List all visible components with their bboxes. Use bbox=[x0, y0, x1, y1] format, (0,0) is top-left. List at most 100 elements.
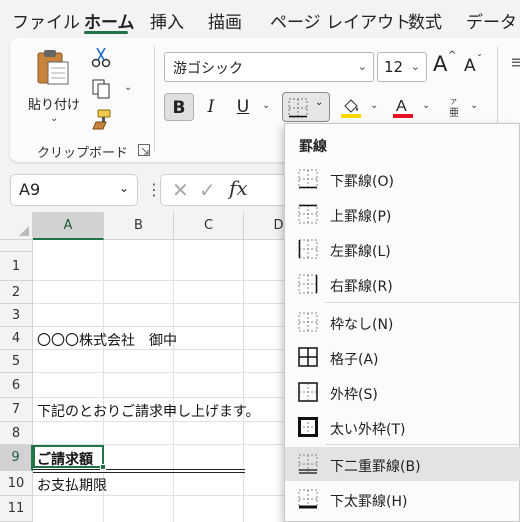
column-header-a[interactable]: A bbox=[33, 212, 104, 240]
menu-item-label: 外枠(S) bbox=[330, 387, 378, 403]
font-color-chevron-icon[interactable]: ⌄ bbox=[422, 100, 430, 111]
gridline bbox=[173, 240, 174, 522]
tab-formulas[interactable]: 数式 bbox=[408, 8, 442, 33]
menu-item-label: 枠なし(N) bbox=[330, 317, 394, 333]
row-header-5[interactable]: 5 bbox=[0, 350, 33, 373]
double-bottom-border bbox=[33, 469, 245, 473]
underline-button[interactable]: U bbox=[228, 93, 258, 121]
menu-item-label: 上罫線(P) bbox=[330, 209, 392, 225]
cut-icon[interactable] bbox=[90, 46, 112, 68]
menu-item-border-top[interactable]: 上罫線(P) bbox=[285, 197, 520, 231]
row-header-10[interactable]: 10 bbox=[0, 471, 33, 496]
font-size-select[interactable]: 12 ⌄ bbox=[377, 52, 427, 82]
svg-text:ア: ア bbox=[450, 98, 457, 106]
tab-insert[interactable]: 挿入 bbox=[150, 8, 184, 33]
menu-item-border-bottom[interactable]: 下罫線(O) bbox=[285, 162, 520, 196]
gridline bbox=[243, 240, 244, 522]
name-box-value: A9 bbox=[19, 180, 41, 199]
row-header-6[interactable]: 6 bbox=[0, 373, 33, 398]
font-color-icon[interactable]: A bbox=[392, 96, 414, 118]
align-icon[interactable]: ≡ bbox=[510, 52, 520, 73]
bold-button[interactable]: B bbox=[164, 93, 194, 121]
format-painter-icon[interactable] bbox=[90, 108, 112, 130]
clipboard-group-label: クリップボード bbox=[37, 146, 129, 161]
copy-chevron-icon[interactable]: ⌄ bbox=[124, 82, 132, 93]
cell-a10[interactable]: お支払期限 bbox=[37, 475, 107, 495]
tab-draw[interactable]: 描画 bbox=[208, 8, 242, 33]
menu-item-all-borders[interactable]: 格子(A) bbox=[285, 340, 520, 374]
menu-item-label: 太い外枠(T) bbox=[330, 422, 406, 438]
menu-item-label: 下太罫線(H) bbox=[330, 494, 408, 510]
increase-font-size-button[interactable]: A bbox=[433, 52, 447, 76]
menu-separator bbox=[325, 444, 520, 445]
tab-page-layout[interactable]: ページ レイアウト bbox=[270, 8, 411, 33]
menu-separator bbox=[325, 302, 520, 303]
borders-button[interactable]: ⌄ bbox=[282, 92, 330, 122]
border-bottom-icon bbox=[288, 98, 308, 118]
fill-handle[interactable] bbox=[100, 464, 106, 470]
insert-function-button[interactable]: fx bbox=[229, 176, 248, 200]
dialog-launcher-icon[interactable] bbox=[138, 144, 150, 156]
row-header-4[interactable]: 4 bbox=[0, 327, 33, 350]
tab-file[interactable]: ファイル bbox=[12, 8, 80, 33]
row-header-9[interactable]: 9 bbox=[0, 445, 33, 471]
font-name-value: 游ゴシック bbox=[173, 61, 243, 77]
row-header-8[interactable]: 8 bbox=[0, 422, 33, 445]
cancel-icon[interactable]: ✕ bbox=[172, 178, 189, 202]
menu-tabs: ファイル ホーム 挿入 描画 ページ レイアウト 数式 データ bbox=[0, 0, 520, 38]
menu-item-thick-bottom-border[interactable]: 下太罫線(H) bbox=[285, 482, 520, 516]
menu-item-thick-outside-borders[interactable]: 太い外枠(T) bbox=[285, 410, 520, 444]
row-header-11[interactable]: 11 bbox=[0, 496, 33, 522]
font-size-value: 12 bbox=[384, 58, 404, 76]
menu-item-bottom-double-border[interactable]: 下二重罫線(B) bbox=[285, 447, 520, 481]
row-header-2[interactable]: 2 bbox=[0, 281, 33, 304]
menu-item-border-left[interactable]: 左罫線(L) bbox=[285, 232, 520, 266]
decrease-font-size-button[interactable]: A bbox=[464, 56, 476, 76]
border-top-icon bbox=[298, 204, 318, 224]
fill-color-icon[interactable] bbox=[340, 96, 362, 118]
menu-item-outside-borders[interactable]: 外枠(S) bbox=[285, 375, 520, 409]
paste-button[interactable]: 貼り付け bbox=[28, 94, 80, 113]
name-box[interactable]: A9 ⌄ bbox=[10, 174, 138, 206]
paste-chevron-icon[interactable]: ⌄ bbox=[50, 113, 58, 124]
select-all-button[interactable] bbox=[0, 212, 33, 240]
enter-icon[interactable]: ✓ bbox=[199, 178, 216, 202]
svg-text:亜: 亜 bbox=[449, 108, 459, 118]
menu-item-border-right[interactable]: 右罫線(R) bbox=[285, 267, 520, 301]
menu-item-label: 格子(A) bbox=[330, 352, 379, 368]
all-borders-icon bbox=[298, 347, 318, 367]
fill-color-chevron-icon[interactable]: ⌄ bbox=[370, 100, 378, 111]
svg-text:A: A bbox=[396, 98, 407, 115]
chevron-down-icon: ⌄ bbox=[357, 60, 367, 73]
outside-borders-icon bbox=[298, 382, 318, 402]
caret-down-icon: ˇ bbox=[477, 54, 482, 65]
active-cell-highlight bbox=[33, 445, 104, 468]
copy-icon[interactable] bbox=[90, 78, 112, 100]
row-header-3[interactable]: 3 bbox=[0, 304, 33, 327]
menu-item-label: 左罫線(L) bbox=[330, 244, 391, 260]
tab-home[interactable]: ホーム bbox=[84, 8, 135, 33]
italic-button[interactable]: I bbox=[196, 93, 226, 121]
ribbon-separator bbox=[154, 46, 155, 152]
border-left-icon bbox=[298, 239, 318, 259]
row-header-1[interactable]: 1 bbox=[0, 252, 33, 281]
thick-bottom-border-icon bbox=[298, 489, 318, 509]
tab-data[interactable]: データ bbox=[466, 8, 517, 33]
menu-item-no-border[interactable]: 枠なし(N) bbox=[285, 305, 520, 339]
row-header-7[interactable]: 7 bbox=[0, 398, 33, 422]
menu-item-label: 下罫線(O) bbox=[330, 174, 394, 190]
thick-outside-borders-icon bbox=[298, 417, 318, 437]
column-header-b[interactable]: B bbox=[104, 212, 174, 240]
caret-up-icon: ^ bbox=[448, 50, 457, 61]
border-bottom-icon bbox=[298, 169, 318, 189]
bottom-double-border-icon bbox=[298, 454, 318, 474]
cell-a7[interactable]: 下記のとおりご請求申し上げます。 bbox=[37, 401, 260, 421]
column-header-c[interactable]: C bbox=[174, 212, 244, 240]
underline-chevron-icon[interactable]: ⌄ bbox=[262, 100, 270, 111]
phonetic-guide-icon[interactable]: ア 亜 bbox=[446, 96, 468, 118]
font-name-select[interactable]: 游ゴシック ⌄ bbox=[164, 52, 374, 82]
paste-icon[interactable] bbox=[36, 48, 70, 86]
no-border-icon bbox=[298, 312, 318, 332]
phonetic-chevron-icon[interactable]: ⌄ bbox=[470, 100, 478, 111]
cell-a4[interactable]: 〇〇〇株式会社 御中 bbox=[37, 330, 177, 350]
